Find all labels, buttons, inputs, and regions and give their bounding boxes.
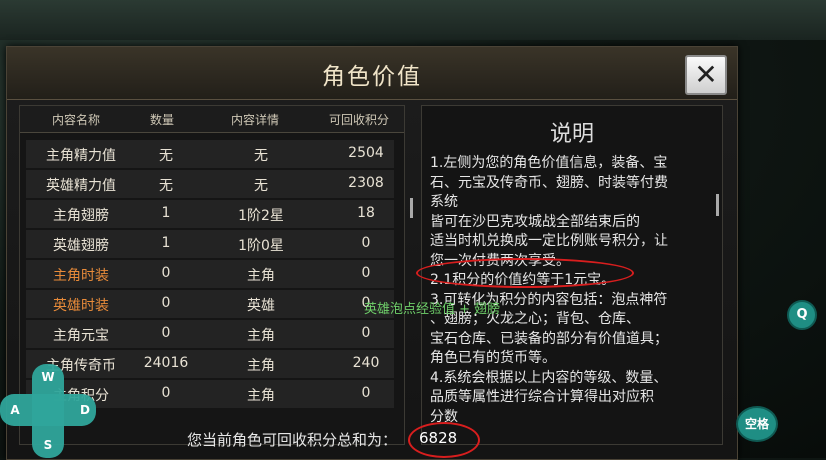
header-detail: 内容详情 — [230, 113, 279, 127]
description-line: 分数 — [430, 408, 458, 425]
row-points: 240 — [352, 355, 380, 371]
description-line: 4.系统会根据以上内容的等级、数量、 — [430, 369, 668, 386]
row-points: 0 — [361, 325, 371, 341]
row-detail: 英雄 — [247, 298, 275, 314]
table-row: 主角精力值 无 无 2504 — [26, 140, 394, 169]
key-down[interactable]: S — [37, 434, 59, 456]
row-name: 英雄时装 — [53, 298, 109, 314]
header-quantity: 数量 — [149, 113, 174, 127]
row-quantity: 1 — [161, 205, 171, 221]
table-header: 内容名称 数量 内容详情 可回收积分 — [20, 106, 404, 133]
row-name: 主角时装 — [53, 268, 109, 284]
q-skill-button[interactable]: Q — [787, 300, 817, 330]
row-quantity: 0 — [161, 295, 171, 311]
table-scrollbar[interactable] — [410, 198, 413, 218]
total-points-label: 您当前角色可回收积分总和为： — [187, 431, 398, 449]
title-bar: 角色价值 ✕ — [7, 47, 737, 100]
header-points: 可回收积分 — [328, 113, 389, 127]
table-row: 英雄精力值 无 无 2308 — [26, 170, 394, 199]
description-line: 角色已有的货币等。 — [430, 350, 556, 366]
close-button[interactable]: ✕ — [685, 55, 727, 95]
background-band — [0, 0, 826, 40]
row-detail: 1阶2星 — [238, 208, 284, 224]
table-row: 英雄翅膀 1 1阶0星 0 — [26, 230, 394, 259]
space-button[interactable]: 空格 — [736, 406, 778, 442]
row-quantity: 0 — [161, 325, 171, 341]
character-value-panel: 角色价值 ✕ 内容名称 数量 内容详情 可回收积分 主角精力值无无 2504 英雄精… — [6, 46, 738, 460]
row-quantity: 0 — [161, 385, 171, 401]
row-detail: 主角 — [247, 388, 275, 404]
row-detail: 1阶0星 — [238, 238, 284, 254]
description-line: 品质等属性进行综合计算得出对应积 — [430, 389, 654, 405]
description-line: 1.左侧为您的角色价值信息，装备、宝 — [430, 155, 668, 171]
description-line: 石、元宝及传奇币、翅膀、时装等付费 — [430, 174, 668, 191]
description-line: 宝石仓库、已装备的部分有价值道具； — [430, 330, 668, 347]
row-points: 0 — [361, 235, 371, 251]
description-title: 说明 — [549, 122, 594, 147]
floating-notification: 英雄泡点经验值 + 翅膀 — [364, 302, 501, 317]
row-name: 英雄精力值 — [46, 178, 116, 194]
panel-title: 角色价值 — [322, 64, 422, 90]
row-quantity: 无 — [159, 178, 173, 194]
table-row: 英雄时装 0 英雄 0 — [26, 290, 394, 319]
row-detail: 无 — [254, 178, 268, 194]
row-detail: 主角 — [247, 268, 275, 284]
description-line: 适当时机兑换成一定比例账号积分，让 — [430, 233, 668, 249]
row-detail: 无 — [254, 148, 268, 164]
key-up[interactable]: W — [37, 366, 59, 388]
header-name: 内容名称 — [51, 113, 100, 127]
row-quantity: 1 — [161, 235, 171, 251]
row-quantity: 0 — [161, 265, 171, 281]
row-detail: 主角 — [247, 328, 275, 344]
table-row: 主角元宝 0 主角 0 — [26, 320, 394, 349]
movement-dpad[interactable]: W A D S — [0, 364, 96, 458]
row-points: 18 — [357, 205, 375, 221]
row-name: 主角翅膀 — [53, 208, 109, 224]
row-detail: 主角 — [247, 358, 275, 374]
description-line: 皆可在沙巴克攻城战全部结束后的 — [430, 213, 640, 230]
row-name: 主角精力值 — [46, 148, 116, 164]
row-points: 0 — [361, 385, 371, 401]
row-name: 主角元宝 — [53, 328, 109, 344]
description-line: 系统 — [430, 194, 458, 210]
row-quantity: 无 — [159, 148, 173, 164]
annotation-circle-total — [408, 422, 480, 458]
description-scrollbar[interactable] — [716, 194, 719, 216]
row-points: 0 — [361, 265, 371, 281]
key-right[interactable]: D — [74, 399, 96, 421]
key-left[interactable]: A — [4, 399, 26, 421]
table-row: 主角翅膀 1 1阶2星 18 — [26, 200, 394, 229]
row-quantity: 24016 — [143, 355, 189, 371]
table-row: 主角时装 0 主角 0 — [26, 260, 394, 289]
row-name: 英雄翅膀 — [53, 238, 109, 254]
row-points: 2504 — [348, 145, 384, 161]
row-points: 2308 — [348, 175, 384, 191]
annotation-circle-rule2 — [416, 258, 634, 288]
